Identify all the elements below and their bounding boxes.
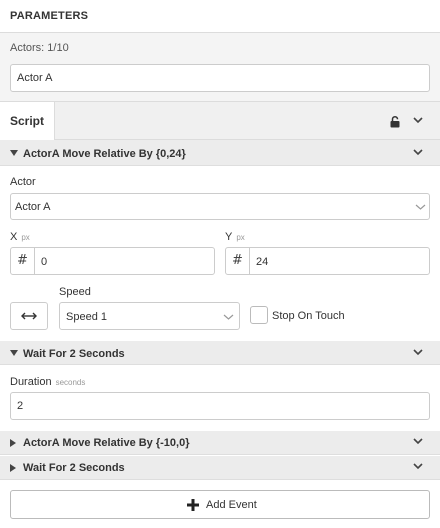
speed-select[interactable]: Speed 1 — [59, 302, 240, 330]
collapse-triangle-icon[interactable] — [10, 150, 18, 156]
lock-icon[interactable] — [389, 115, 401, 128]
duration-label-text: Duration — [10, 376, 52, 388]
hash-icon: # — [226, 248, 250, 274]
y-label-text: Y — [225, 231, 233, 243]
add-event-button[interactable]: Add Event — [10, 490, 430, 519]
add-event-label: Add Event — [206, 499, 257, 511]
actors-count: Actors: 1/10 — [10, 42, 69, 54]
script-menu-chevron-icon[interactable] — [412, 115, 424, 125]
x-field[interactable]: # 0 — [10, 247, 215, 275]
expand-triangle-icon[interactable] — [10, 439, 16, 447]
event-header-wait-2[interactable]: Wait For 2 Seconds — [0, 456, 440, 480]
collapse-triangle-icon[interactable] — [10, 350, 18, 356]
parameters-title: PARAMETERS — [10, 10, 89, 22]
y-unit: px — [236, 233, 245, 242]
chevron-down-icon[interactable] — [412, 147, 424, 157]
event-title: ActorA Move Relative By {-10,0} — [23, 437, 190, 449]
actor-label: Actor — [10, 176, 36, 188]
x-unit: px — [21, 233, 30, 242]
event-title: ActorA Move Relative By {0,24} — [23, 148, 186, 160]
y-value[interactable]: 24 — [256, 256, 268, 268]
duration-input[interactable] — [10, 392, 430, 420]
script-bar: Script — [0, 102, 440, 140]
actor-select-value: Actor A — [15, 201, 51, 213]
actor-select[interactable]: Actor A — [10, 193, 430, 220]
hash-icon: # — [11, 248, 35, 274]
script-tab-label: Script — [10, 114, 45, 128]
swap-direction-button[interactable] — [10, 302, 48, 330]
stop-on-touch-label[interactable]: Stop On Touch — [272, 310, 345, 322]
x-value[interactable]: 0 — [41, 256, 47, 268]
event-header-move-relative[interactable]: ActorA Move Relative By {0,24} — [0, 140, 440, 166]
swap-horizontal-icon — [21, 312, 37, 320]
x-label-text: X — [10, 231, 18, 243]
chevron-down-icon — [415, 204, 426, 210]
speed-select-value: Speed 1 — [66, 311, 107, 323]
event-header-move-relative-2[interactable]: ActorA Move Relative By {-10,0} — [0, 431, 440, 455]
tab-script[interactable]: Script — [0, 102, 55, 140]
stop-on-touch-checkbox[interactable] — [250, 306, 268, 324]
event-header-wait[interactable]: Wait For 2 Seconds — [0, 341, 440, 365]
speed-label: Speed — [59, 286, 91, 298]
actor-name-input[interactable] — [10, 64, 430, 92]
x-label: Xpx — [10, 231, 30, 243]
chevron-down-icon — [223, 314, 234, 320]
duration-unit: seconds — [55, 378, 86, 387]
chevron-down-icon[interactable] — [412, 461, 424, 471]
y-field[interactable]: # 24 — [225, 247, 430, 275]
actors-panel: Actors: 1/10 — [0, 33, 440, 102]
chevron-down-icon[interactable] — [412, 347, 424, 357]
plus-icon — [187, 499, 199, 511]
event-title: Wait For 2 Seconds — [23, 462, 125, 474]
event-title: Wait For 2 Seconds — [23, 348, 125, 360]
expand-triangle-icon[interactable] — [10, 464, 16, 472]
y-label: Ypx — [225, 231, 245, 243]
parameters-header: PARAMETERS — [0, 0, 440, 33]
chevron-down-icon[interactable] — [412, 436, 424, 446]
duration-label: Duration seconds — [10, 376, 85, 388]
